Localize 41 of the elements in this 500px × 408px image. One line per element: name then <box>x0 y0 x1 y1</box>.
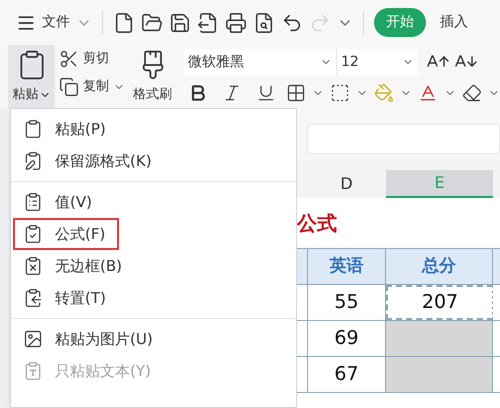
menu-item[interactable]: 公式(F) <box>13 218 120 250</box>
clipboard-check-icon <box>23 224 43 244</box>
folder-icon[interactable] <box>141 12 163 34</box>
menu-item[interactable]: 转置(T) <box>13 282 116 314</box>
underline-icon[interactable] <box>256 83 276 103</box>
menu-item[interactable]: 值(V) <box>13 186 102 218</box>
menu-item[interactable]: 粘贴(P) <box>13 113 116 145</box>
format-painter-button[interactable]: 格式刷 <box>133 45 172 104</box>
clipboard-x-icon <box>23 256 43 276</box>
file-icon[interactable] <box>113 12 135 34</box>
copy-icon <box>59 77 79 97</box>
file-search-icon[interactable] <box>253 12 275 34</box>
clipboard-icon <box>23 119 43 139</box>
copy-button[interactable]: 复制 <box>59 77 125 97</box>
column-header[interactable]: D <box>307 170 386 198</box>
borders-icon[interactable] <box>286 83 306 103</box>
clipboard-text-icon <box>23 361 43 381</box>
file-export-icon[interactable] <box>197 12 219 34</box>
header-cell: 英语 <box>307 249 386 284</box>
menu-item[interactable]: 保留源格式(K) <box>13 145 162 177</box>
clipboard-copy-icon <box>23 288 43 308</box>
cut-button[interactable]: 剪切 <box>59 49 125 69</box>
eraser-icon[interactable] <box>462 83 482 103</box>
image-icon <box>23 329 43 349</box>
header-cell: 总分 <box>386 249 493 284</box>
printer-icon[interactable] <box>225 12 247 34</box>
clipboard-list-icon <box>23 192 43 212</box>
font-color-icon[interactable] <box>418 83 438 103</box>
clipboard-pen-icon <box>23 151 43 171</box>
menu-item[interactable]: 无边框(B) <box>13 250 132 282</box>
fill-pattern-icon[interactable] <box>330 83 350 103</box>
menu-item[interactable]: 粘贴为图片(U) <box>13 323 163 355</box>
table-cell: 55 <box>307 285 386 320</box>
save-icon[interactable] <box>169 12 191 34</box>
font-field[interactable]: 微软雅黑 <box>184 49 336 75</box>
font-size-field[interactable]: 12 <box>336 49 418 75</box>
file-menu[interactable]: 文件 <box>42 12 70 33</box>
ribbon-tab[interactable]: 插入 <box>432 8 476 37</box>
paste-button[interactable]: 粘贴 <box>8 45 55 108</box>
scissors-icon <box>59 49 79 69</box>
sheet-title: 公式 <box>297 210 337 237</box>
